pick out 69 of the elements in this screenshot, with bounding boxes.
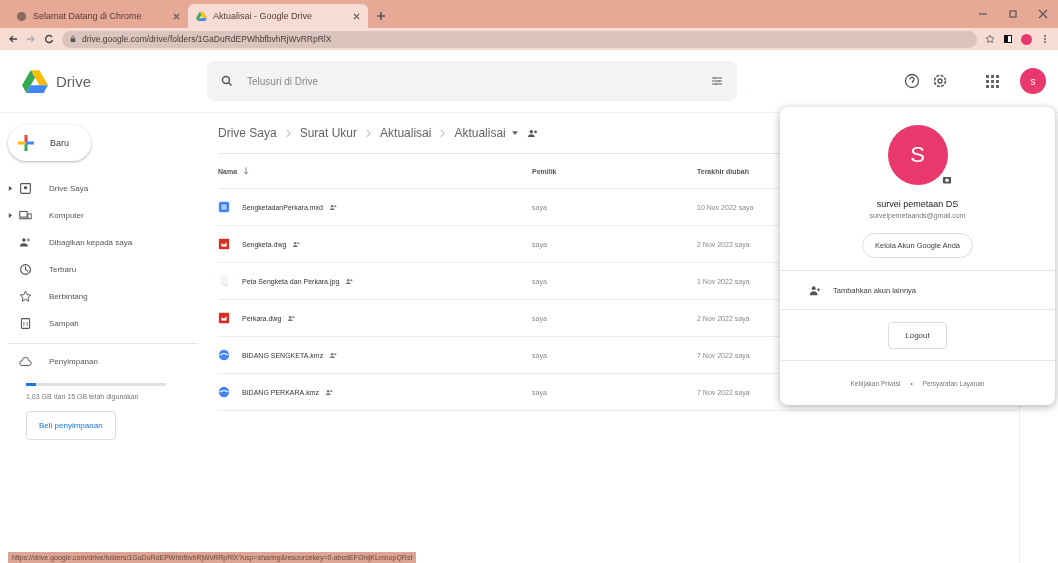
filter-icon[interactable] (711, 75, 723, 87)
breadcrumb-link[interactable]: Surat Ukur (299, 126, 358, 140)
computer-icon (19, 209, 32, 222)
expand-arrow-icon[interactable] (8, 213, 13, 218)
shared-people-icon (526, 128, 539, 138)
settings-icon[interactable] (932, 73, 948, 89)
logout-button[interactable]: Logout (888, 321, 947, 349)
dwg-file-icon (218, 238, 230, 250)
restore-icon[interactable] (1008, 9, 1018, 19)
apps-grid-icon[interactable] (984, 73, 1000, 89)
dropdown-arrow-icon[interactable] (511, 131, 518, 135)
kmz-file-icon (218, 386, 230, 398)
new-tab-icon[interactable] (376, 11, 386, 21)
kmz-file-icon (218, 349, 230, 361)
browser-tab[interactable]: Selamat Datang di Chrome (8, 4, 188, 28)
shared-people-icon (329, 351, 339, 359)
sort-down-icon[interactable] (243, 167, 250, 175)
new-button[interactable]: Baru (8, 125, 91, 161)
reload-icon[interactable] (44, 34, 54, 44)
star-icon (19, 290, 32, 303)
chevron-right-icon (285, 128, 291, 138)
back-icon[interactable] (8, 34, 18, 44)
shared-people-icon (328, 203, 338, 211)
dwg-file-icon (218, 312, 230, 324)
buy-storage-button[interactable]: Beli penyimpanan (26, 411, 116, 440)
clock-icon (19, 263, 32, 276)
help-icon[interactable] (904, 73, 920, 89)
trash-icon (19, 317, 32, 330)
account-avatar[interactable]: s (1020, 68, 1046, 94)
chevron-right-icon (366, 128, 372, 138)
sidebar-item[interactable]: Komputer (8, 202, 200, 229)
doc-file-icon (218, 201, 230, 213)
breadcrumb-link[interactable]: Aktualisai (380, 126, 432, 140)
shared-people-icon (325, 388, 334, 396)
shared-people-icon (345, 277, 355, 285)
chevron-right-icon (440, 128, 446, 138)
browser-tab[interactable]: Aktualisai - Google Drive (188, 4, 368, 28)
close-icon[interactable] (1038, 9, 1048, 19)
shared-icon (19, 236, 32, 249)
drive-logo-icon[interactable] (22, 69, 48, 93)
shared-people-icon (292, 240, 302, 248)
close-icon[interactable] (173, 12, 180, 20)
breadcrumb-link[interactable]: Aktualisai (454, 126, 506, 140)
globe-icon (16, 10, 27, 22)
profile-avatar[interactable] (1021, 33, 1032, 45)
lock-icon[interactable] (70, 35, 76, 43)
drive-logo-icon (196, 10, 207, 22)
sidebar-item[interactable]: Drive Saya (8, 175, 200, 202)
image-file-icon (218, 275, 230, 287)
plus-icon (16, 133, 36, 153)
app-name: Drive (56, 72, 91, 90)
account-name: survei pemetaan DS (876, 199, 959, 209)
expand-arrow-icon[interactable] (8, 186, 13, 191)
search-icon[interactable] (221, 75, 233, 87)
breadcrumb-link[interactable]: Drive Saya (218, 126, 277, 140)
sidebar-item[interactable]: Berbintang (8, 283, 200, 310)
sidebar-item[interactable]: Terbaru (8, 256, 200, 283)
cloud-icon (19, 355, 32, 368)
extension-icon[interactable] (1003, 34, 1013, 44)
storage-label: Penyimpanan (49, 357, 98, 366)
close-icon[interactable] (353, 12, 360, 20)
sidebar-item[interactable]: Sampah (8, 310, 200, 337)
address-bar[interactable]: drive.google.com/drive/folders/1GaDuRdEPWhbfbvhRjWvRRpRlX (62, 30, 977, 48)
add-person-icon (808, 284, 821, 296)
account-avatar[interactable]: S (887, 125, 948, 185)
sidebar-item[interactable]: Dibagikan kepada saya (8, 229, 200, 256)
shared-people-icon (287, 314, 297, 322)
star-icon[interactable] (985, 34, 995, 44)
drive-icon (19, 182, 32, 195)
